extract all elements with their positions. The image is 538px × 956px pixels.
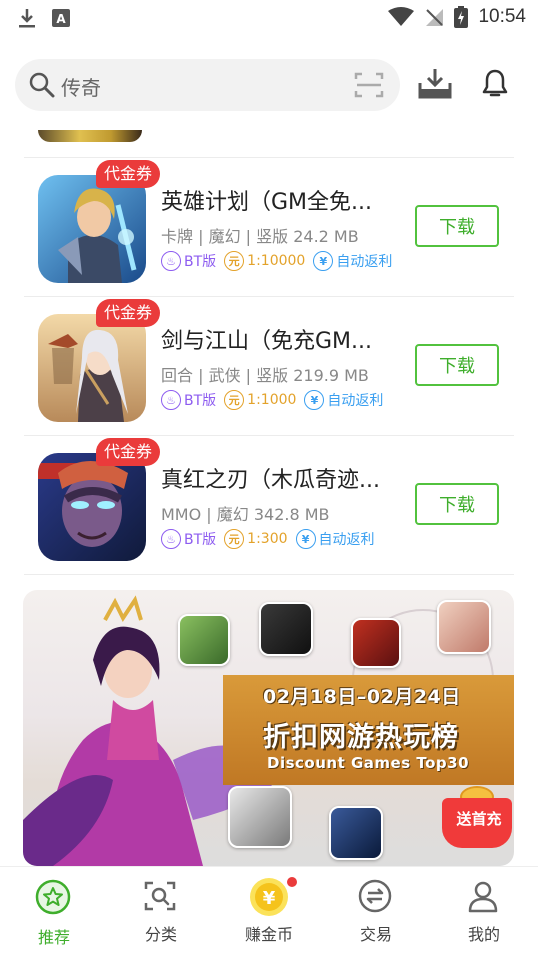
game-meta: 回合 | 武侠 | 竖版 219.9 MB: [161, 366, 369, 385]
tab-label: 我的: [467, 925, 500, 944]
yen-icon: ¥: [304, 390, 325, 410]
ratio-tag-label: 1:1000: [247, 392, 297, 408]
ratio-tag: 元 1:10000: [224, 251, 305, 271]
bt-tag-label: BT版: [184, 254, 217, 270]
tab-label: 推荐: [37, 928, 70, 947]
gold-coin-icon: ¥: [250, 878, 288, 916]
recommend-star-icon: [35, 879, 71, 915]
game-meta: 卡牌 | 魔幻 | 竖版 24.2 MB: [161, 227, 359, 246]
no-signal-icon: [426, 9, 444, 26]
tab-earn-coins[interactable]: ¥ 赚金币: [215, 867, 323, 956]
game-tags: ♨ BT版 元 1:1000 ¥ 自动返利: [161, 390, 391, 410]
notification-dot: [287, 877, 297, 887]
game-list-item[interactable]: 代金券 剑与江山（免充GM... 回合 | 武侠 | 竖版 219.9 MB ♨…: [0, 297, 538, 435]
game-tags: ♨ BT版 元 1:300 ¥ 自动返利: [161, 529, 383, 549]
download-manager-icon[interactable]: [418, 67, 452, 99]
app-notification-icon: A: [52, 9, 70, 27]
rebate-tag-label: 自动返利: [336, 254, 393, 270]
profile-icon: [468, 881, 498, 913]
coupon-badge: 代金券: [96, 299, 161, 327]
featured-game-icon: [329, 806, 383, 860]
rebate-tag: ¥ 自动返利: [313, 251, 392, 271]
tab-trade[interactable]: 交易: [322, 867, 430, 956]
download-button[interactable]: 下载: [415, 205, 499, 247]
wifi-icon: [388, 7, 415, 26]
featured-game-icon: [178, 614, 230, 666]
bt-tag: ♨ BT版: [161, 251, 216, 271]
game-list-item[interactable]: 代金券 真红之刃（木瓜奇迹... MMO | 魔幻 342.8 MB ♨ BT版 …: [0, 436, 538, 574]
flame-icon: ♨: [161, 390, 181, 410]
featured-game-icon: [259, 602, 313, 656]
coin-ratio-icon: 元: [224, 251, 245, 271]
status-bar: A 10:54: [0, 0, 538, 38]
featured-game-icon: [437, 600, 491, 654]
banner-date-range: 02月18日–02月24日: [263, 686, 461, 708]
battery-charging-icon: [454, 6, 469, 28]
search-icon: [29, 72, 55, 98]
tab-category[interactable]: 分类: [107, 867, 215, 956]
search-header: 传奇: [0, 50, 538, 122]
flame-icon: ♨: [161, 529, 181, 549]
game-title: 剑与江山（免充GM...: [161, 329, 373, 354]
divider: [24, 574, 514, 575]
ratio-tag-label: 1:10000: [247, 253, 306, 269]
search-input[interactable]: 传奇: [61, 72, 101, 101]
category-scan-icon: [144, 881, 176, 911]
bt-tag: ♨ BT版: [161, 529, 216, 549]
scan-icon[interactable]: [354, 71, 384, 99]
tab-recommend[interactable]: 推荐: [0, 867, 108, 956]
tab-label: 交易: [359, 925, 392, 944]
coin-ratio-icon: 元: [224, 529, 245, 549]
yen-icon: ¥: [313, 251, 334, 271]
flame-icon: ♨: [161, 251, 181, 271]
first-recharge-promo[interactable]: 送首充: [438, 786, 516, 848]
banner-subtitle: Discount Games Top30: [267, 754, 470, 772]
svg-text:A: A: [56, 12, 66, 26]
promo-label: 送首充: [456, 810, 502, 828]
rebate-tag: ¥ 自动返利: [304, 390, 383, 410]
ratio-tag-label: 1:300: [247, 531, 288, 547]
download-notification-icon: [19, 9, 35, 28]
yen-icon: ¥: [295, 529, 316, 549]
game-title: 真红之刃（木瓜奇迹...: [161, 468, 380, 493]
game-icon-hero-plan: [38, 175, 146, 283]
exchange-icon: [358, 879, 392, 913]
coin-ratio-icon: 元: [224, 390, 245, 410]
download-button[interactable]: 下载: [415, 344, 499, 386]
game-icon-sword-and-realm: [38, 314, 146, 422]
game-icon-crimson-blade: [38, 453, 146, 561]
tab-mine[interactable]: 我的: [430, 867, 538, 956]
game-meta: MMO | 魔幻 342.8 MB: [161, 505, 330, 524]
coupon-badge: 代金券: [96, 160, 161, 188]
bt-tag-label: BT版: [184, 393, 217, 409]
game-tags: ♨ BT版 元 1:10000 ¥ 自动返利: [161, 251, 400, 271]
download-button[interactable]: 下载: [415, 483, 499, 525]
clock: 10:54: [478, 6, 526, 27]
search-bar[interactable]: 传奇: [15, 59, 400, 111]
banner-title: 折扣网游热玩榜: [263, 722, 459, 753]
rebate-tag-label: 自动返利: [318, 532, 375, 548]
notification-bell-icon[interactable]: [482, 68, 508, 98]
ratio-tag: 元 1:1000: [224, 390, 296, 410]
bt-tag: ♨ BT版: [161, 390, 216, 410]
coupon-badge: 代金券: [96, 438, 161, 466]
previous-item-thumbnail: [38, 130, 142, 142]
game-title: 英雄计划（GM全免...: [161, 190, 373, 215]
tab-label: 分类: [144, 925, 177, 944]
featured-game-icon: [351, 618, 401, 668]
bt-tag-label: BT版: [184, 532, 217, 548]
featured-game-icon: [228, 786, 292, 848]
svg-text:¥: ¥: [263, 888, 276, 909]
tab-label: 赚金币: [244, 925, 293, 944]
rebate-tag: ¥ 自动返利: [295, 529, 375, 549]
bottom-navigation: 推荐 分类 ¥ 赚金币 交易 我的: [0, 866, 538, 956]
rebate-tag-label: 自动返利: [327, 393, 384, 409]
game-list-item[interactable]: 代金券 英雄计划（GM全免... 卡牌 | 魔幻 | 竖版 24.2 MB ♨ B…: [0, 158, 538, 296]
ratio-tag: 元 1:300: [224, 529, 288, 549]
